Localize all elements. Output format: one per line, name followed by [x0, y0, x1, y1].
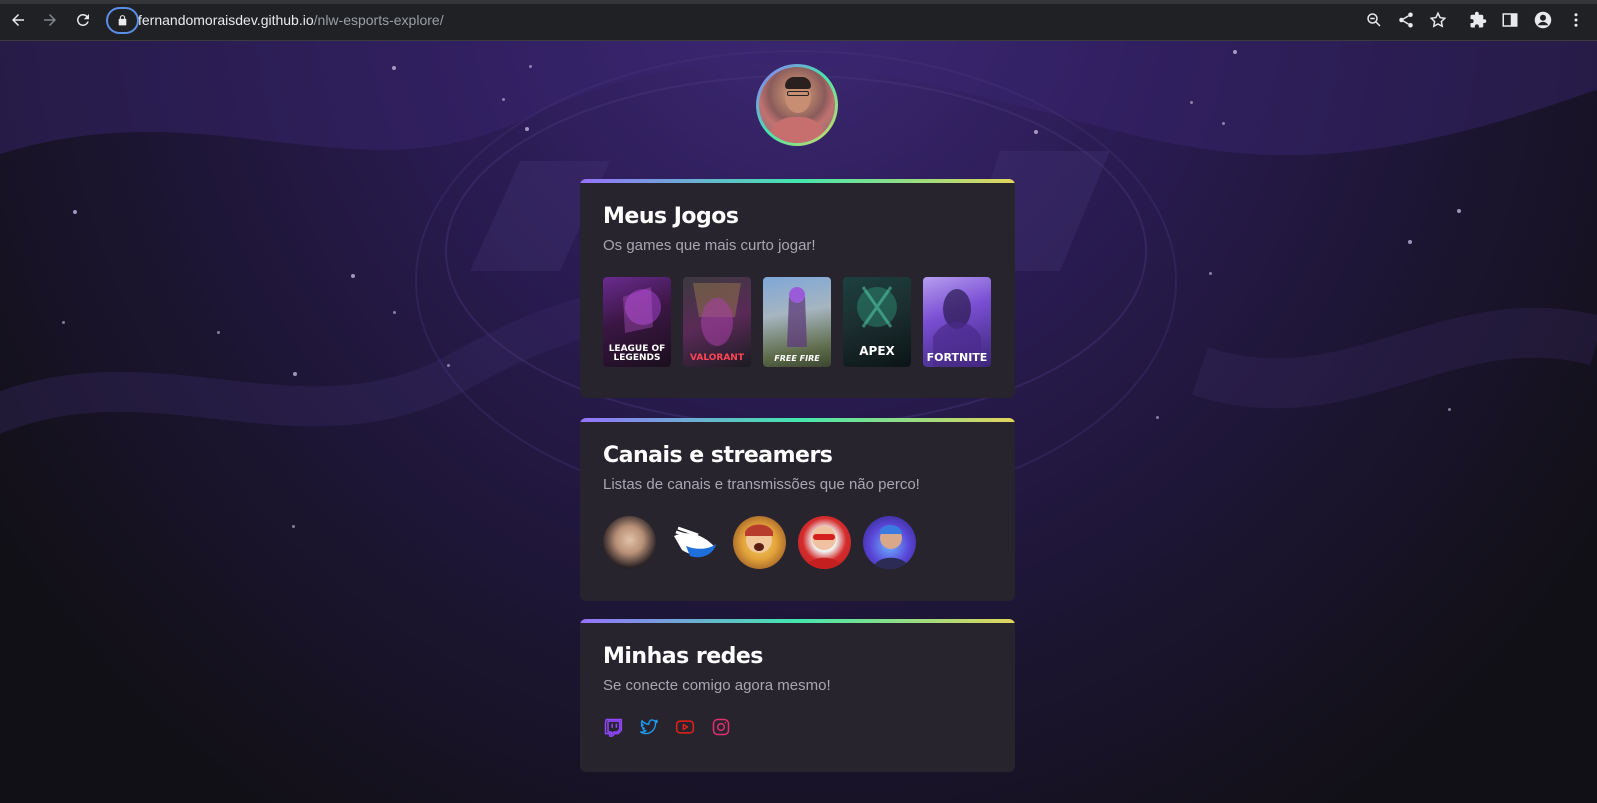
- streamers-card-subtitle: Listas de canais e transmissões que não …: [603, 476, 920, 493]
- apex-legends-cover[interactable]: APEX: [843, 277, 911, 367]
- game-label: FREE FIRE: [774, 354, 820, 363]
- star-decoration: [1448, 408, 1451, 411]
- star-icon[interactable]: [1428, 10, 1448, 30]
- social-links: [603, 716, 731, 738]
- side-panel-icon[interactable]: [1500, 10, 1520, 30]
- streamer-avatar-2[interactable]: [668, 516, 721, 569]
- streamer-avatar-1[interactable]: [603, 516, 656, 569]
- star-decoration: [62, 321, 65, 324]
- star-decoration: [1190, 101, 1193, 104]
- game-label: APEX: [859, 344, 895, 358]
- star-decoration: [393, 311, 396, 314]
- lock-icon[interactable]: [106, 7, 139, 34]
- reload-icon[interactable]: [72, 9, 94, 31]
- url-text[interactable]: fernandomoraisdev.github.io/nlw-esports-…: [138, 12, 444, 28]
- games-card-title: Meus Jogos: [603, 204, 739, 229]
- social-card-title: Minhas redes: [603, 644, 763, 669]
- star-decoration: [502, 98, 505, 101]
- share-icon[interactable]: [1396, 10, 1416, 30]
- tab-strip-edge: [0, 0, 1597, 4]
- streamers-card-title: Canais e streamers: [603, 443, 833, 468]
- arrow-right-icon[interactable]: [39, 9, 61, 31]
- star-decoration: [293, 372, 297, 376]
- star-decoration: [217, 331, 220, 334]
- social-card-subtitle: Se conecte comigo agora mesmo!: [603, 677, 831, 694]
- profile-photo: [759, 67, 835, 143]
- fortnite-cover[interactable]: FORTNITE: [923, 277, 991, 367]
- games-list: LEAGUE OF LEGENDS VALORANT FREE FIRE APE…: [603, 277, 991, 367]
- browser-toolbar: fernandomoraisdev.github.io/nlw-esports-…: [0, 0, 1597, 41]
- profile-avatar[interactable]: [756, 64, 838, 146]
- star-decoration: [73, 210, 77, 214]
- valorant-cover[interactable]: VALORANT: [683, 277, 751, 367]
- star-decoration: [525, 127, 529, 131]
- game-label: VALORANT: [690, 353, 744, 363]
- kebab-menu-icon[interactable]: [1566, 10, 1586, 30]
- star-decoration: [447, 364, 450, 367]
- star-decoration: [1209, 272, 1212, 275]
- profile-icon[interactable]: [1533, 10, 1553, 30]
- game-label: LEAGUE OF LEGENDS: [608, 344, 666, 363]
- url-path: /nlw-esports-explore/: [313, 12, 444, 28]
- games-card: Meus Jogos Os games que mais curto jogar…: [580, 179, 1015, 398]
- star-decoration: [1222, 122, 1225, 125]
- free-fire-cover[interactable]: FREE FIRE: [763, 277, 831, 367]
- star-decoration: [1408, 240, 1412, 244]
- star-decoration: [1233, 50, 1237, 54]
- instagram-icon[interactable]: [711, 716, 731, 738]
- star-decoration: [1034, 130, 1038, 134]
- twitch-icon[interactable]: [603, 716, 623, 738]
- star-decoration: [1457, 209, 1461, 213]
- social-card: Minhas redes Se conecte comigo agora mes…: [580, 619, 1015, 772]
- youtube-icon[interactable]: [675, 716, 695, 738]
- game-label: FORTNITE: [926, 351, 988, 364]
- url-host: fernandomoraisdev.github.io: [138, 12, 314, 28]
- page-content: Meus Jogos Os games que mais curto jogar…: [0, 41, 1597, 803]
- streamers-card: Canais e streamers Listas de canais e tr…: [580, 418, 1015, 601]
- star-decoration: [351, 274, 355, 278]
- star-decoration: [292, 525, 295, 528]
- league-of-legends-cover[interactable]: LEAGUE OF LEGENDS: [603, 277, 671, 367]
- streamer-avatar-4[interactable]: [798, 516, 851, 569]
- streamer-avatar-5[interactable]: [863, 516, 916, 569]
- games-card-subtitle: Os games que mais curto jogar!: [603, 237, 816, 254]
- streamers-list: [603, 516, 916, 569]
- star-decoration: [392, 66, 396, 70]
- star-decoration: [529, 65, 532, 68]
- star-decoration: [1156, 416, 1159, 419]
- puzzle-icon[interactable]: [1468, 10, 1488, 30]
- arrow-left-icon[interactable]: [7, 9, 29, 31]
- zoom-icon[interactable]: [1364, 10, 1384, 30]
- streamer-avatar-3[interactable]: [733, 516, 786, 569]
- twitter-icon[interactable]: [639, 716, 659, 738]
